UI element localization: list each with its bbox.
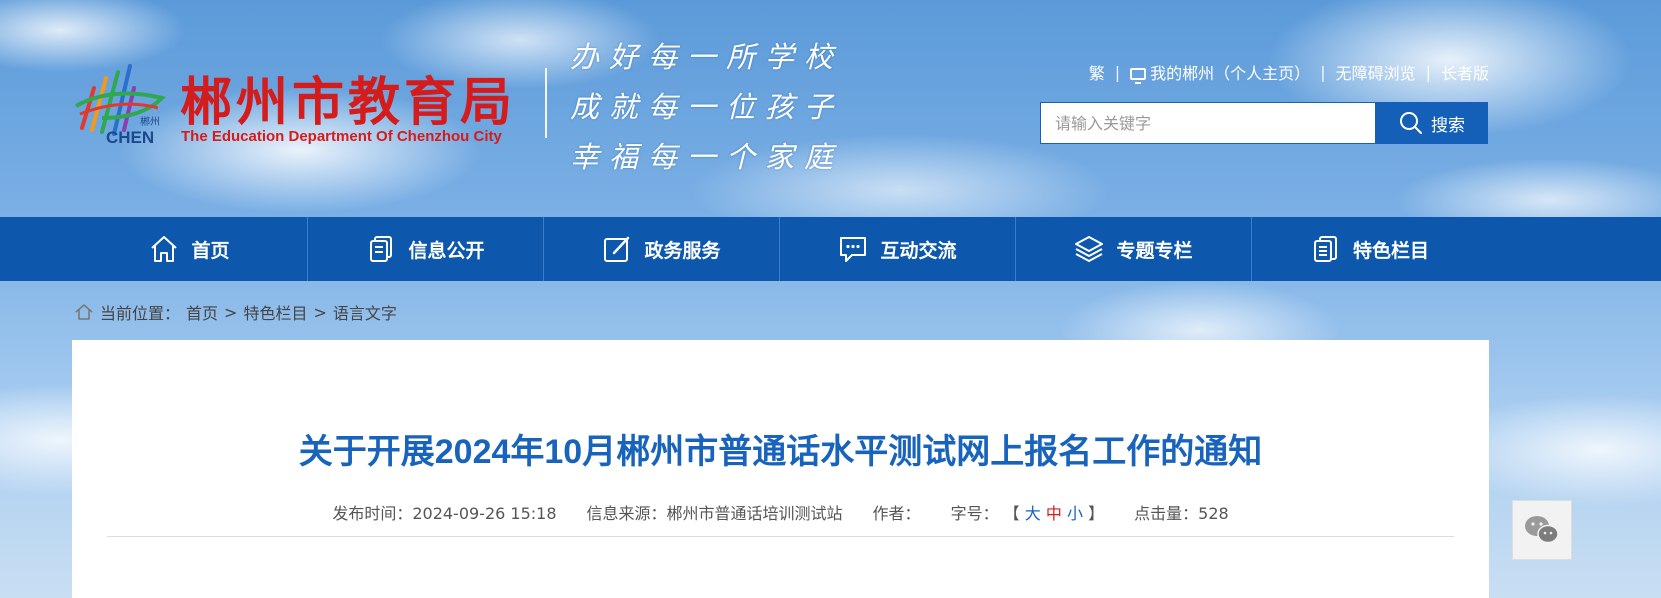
article-meta: 发布时间：2024-09-26 15:18 信息来源：郴州市普通话培训测试站 作… [72,500,1489,524]
list-icon [1313,236,1337,262]
font-size-medium-button[interactable]: 中 [1046,504,1062,523]
search-button[interactable]: 搜索 [1376,102,1488,144]
author-label: 作者： [872,504,921,523]
header-divider [545,68,547,138]
breadcrumb-separator: > [224,302,238,322]
article-title: 关于开展2024年10月郴州市普通话水平测试网上报名工作的通知 [298,433,1263,471]
breadcrumb-prefix: 当前位置： [100,304,181,323]
separator: | [1320,62,1326,82]
breadcrumb-separator: > [313,302,327,322]
font-size-small-button[interactable]: 小 [1067,504,1083,523]
breadcrumb-item-featured[interactable]: 特色栏目 [243,300,307,324]
wechat-icon [1525,516,1559,544]
source-label: 信息来源： [586,504,667,523]
search-input[interactable] [1040,102,1376,144]
nav-item-label: 首页 [191,239,230,262]
layers-icon [1075,236,1104,262]
click-count: 528 [1198,504,1229,523]
breadcrumb-item-home[interactable]: 首页 [186,300,218,324]
nav-item-label: 专题专栏 [1116,239,1193,262]
nav-item-gov-services[interactable]: 政务服务 [544,217,780,281]
home-icon [75,304,93,320]
nav-item-interaction[interactable]: 互动交流 [780,217,1016,281]
computer-icon [1130,68,1147,84]
author-field: 作者： [873,500,921,524]
traditional-chinese-link[interactable]: 繁 [1089,60,1105,84]
logo-title-en: The Education Department Of Chenzhou Cit… [181,128,502,145]
nav-item-special-topics[interactable]: 专题专栏 [1016,217,1252,281]
nav-item-featured-columns[interactable]: 特色栏目 [1252,217,1488,281]
clicks-field: 点击量：528 [1134,500,1229,524]
publish-time-label: 发布时间： [332,504,413,523]
source: 郴州市普通话培训测试站 [666,504,843,523]
nav-item-label: 互动交流 [880,239,957,262]
separator: | [1114,62,1121,82]
logo-mark-cn: 郴州 [140,117,160,128]
logo-mark-text: CHEN [106,128,155,147]
nav-item-label: 政务服务 [644,239,721,262]
bracket-close: 】 [1088,504,1105,523]
article-panel: 关于开展2024年10月郴州市普通话水平测试网上报名工作的通知 发布时间：202… [72,340,1489,598]
breadcrumb: 当前位置： 首页 > 特色栏目 > 语言文字 [74,300,397,324]
nav-item-info-disclosure[interactable]: 信息公开 [308,217,544,281]
motto-line: 办好每一所学校 [570,40,844,74]
clicks-label: 点击量： [1134,504,1199,523]
font-size-large-button[interactable]: 大 [1025,504,1041,523]
separator: | [1425,62,1431,82]
meta-divider [107,536,1454,537]
font-size-label: 字号： [950,504,999,523]
logo-title-cn: 郴州市教育局 [180,74,517,132]
home-icon [151,236,178,262]
source-field: 信息来源：郴州市普通话培训测试站 [587,500,843,524]
main-nav: 首页 信息公开 政务服务 互动交流 专题专栏 特色栏目 [0,217,1661,281]
nav-item-label: 特色栏目 [1352,239,1429,262]
search-icon [1400,112,1422,134]
accessible-browsing-link[interactable]: 无障碍浏览 [1336,60,1416,84]
nav-item-home[interactable]: 首页 [72,217,308,281]
my-chenzhou-link[interactable]: 我的郴州（个人主页） [1130,60,1310,84]
top-links: 繁 | 我的郴州（个人主页） | 无障碍浏览 | 长者版 [1089,60,1489,84]
my-chenzhou-label: 我的郴州（个人主页） [1150,64,1311,83]
document-icon [370,236,393,262]
edit-icon [604,236,630,262]
elder-version-link[interactable]: 长者版 [1441,60,1489,84]
breadcrumb-item-language[interactable]: 语言文字 [333,300,397,324]
motto-line: 幸福每一个家庭 [570,140,844,174]
search-button-label: 搜索 [1431,115,1465,136]
chat-icon [840,237,867,262]
search-bar: 搜索 [1040,102,1488,144]
motto: 办好每一所学校 成就每一位孩子 幸福每一个家庭 [570,32,843,182]
nav-item-label: 信息公开 [408,239,485,262]
font-size-field: 字号： 【 大 中 小 】 [951,500,1105,524]
bracket-open: 【 [1003,504,1020,523]
wechat-share-button[interactable] [1512,500,1572,560]
publish-time: 2024-09-26 15:18 [412,504,557,523]
publish-time-field: 发布时间：2024-09-26 15:18 [332,500,556,524]
motto-line: 成就每一位孩子 [570,90,844,124]
